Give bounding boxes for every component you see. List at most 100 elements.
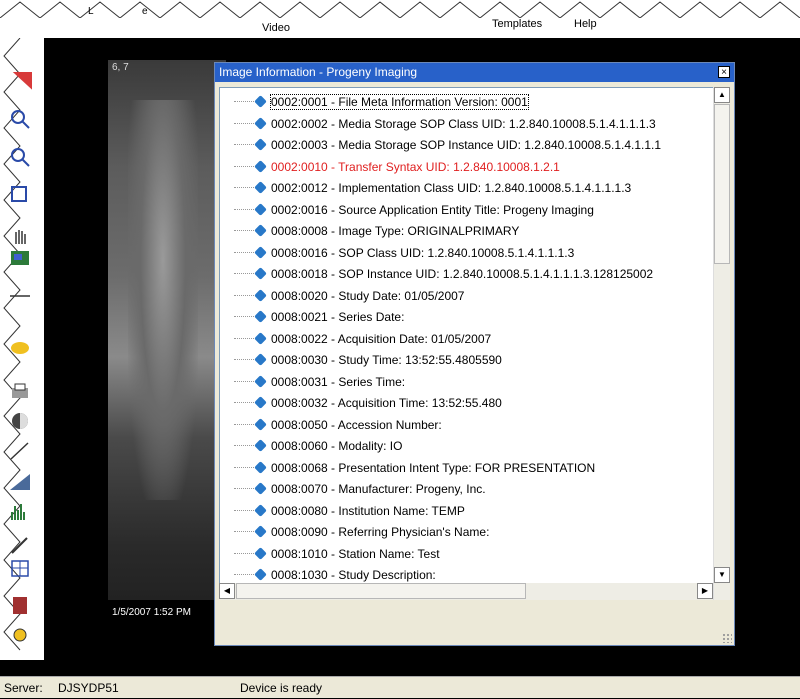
- dicom-tag-icon: [254, 245, 267, 259]
- tree-item-label: 0008:0032 - Acquisition Time: 13:52:55.4…: [271, 395, 502, 410]
- dicom-tag-icon: [254, 224, 267, 238]
- horizontal-scrollbar[interactable]: ◀ ▶: [219, 583, 713, 600]
- tree-item[interactable]: 0002:0003 - Media Storage SOP Instance U…: [234, 133, 661, 155]
- tree-item[interactable]: 0008:0080 - Institution Name: TEMP: [234, 499, 465, 521]
- tree-connector: [234, 230, 254, 232]
- tree-item[interactable]: 0008:0060 - Modality: IO: [234, 434, 402, 456]
- tree-item-label: 0008:0030 - Study Time: 13:52:55.4805590: [271, 352, 502, 367]
- tree-item-label: 0008:0031 - Series Time:: [271, 374, 406, 389]
- pen-icon[interactable]: [8, 534, 32, 556]
- tree-connector: [234, 337, 254, 339]
- dicom-tag-icon: [254, 181, 267, 195]
- contrast-icon[interactable]: [8, 410, 32, 432]
- dicom-tag-icon: [254, 159, 267, 173]
- triangle-icon[interactable]: [8, 470, 32, 492]
- menu-item-templates[interactable]: Templates: [492, 18, 542, 30]
- tree-connector: [234, 122, 254, 124]
- arrow-icon[interactable]: [8, 440, 32, 462]
- tree-item[interactable]: 0008:1010 - Station Name: Test: [234, 542, 440, 564]
- tree-item[interactable]: 0002:0002 - Media Storage SOP Class UID:…: [234, 112, 656, 134]
- tree-item[interactable]: 0008:0031 - Series Time:: [234, 370, 405, 392]
- hand-pan-icon[interactable]: [8, 226, 32, 248]
- dicom-tag-icon: [254, 138, 267, 152]
- scroll-left-arrow-icon[interactable]: ◀: [219, 583, 235, 599]
- tree-item-label: 0002:0002 - Media Storage SOP Class UID:…: [271, 116, 656, 131]
- horizontal-scroll-thumb[interactable]: [236, 583, 526, 599]
- scroll-up-arrow-icon[interactable]: ▲: [714, 87, 730, 103]
- tree-connector: [234, 316, 254, 318]
- dicom-tag-icon: [254, 202, 267, 216]
- tree-connector: [234, 423, 254, 425]
- tree-item[interactable]: 0002:0001 - File Meta Information Versio…: [234, 90, 529, 112]
- tree-item[interactable]: 0008:0021 - Series Date:: [234, 305, 404, 327]
- image-viewer[interactable]: 6, 7 1/5/2007 1:52 PM: [108, 60, 226, 626]
- zoom-in-icon[interactable]: [8, 108, 32, 130]
- tree-item[interactable]: 0008:0030 - Study Time: 13:52:55.4805590: [234, 348, 502, 370]
- tree-item-label: 0002:0016 - Source Application Entity Ti…: [271, 202, 594, 217]
- tree-item[interactable]: 0008:0050 - Accession Number:: [234, 413, 442, 435]
- tree-item[interactable]: 0008:0022 - Acquisition Date: 01/05/2007: [234, 327, 491, 349]
- menu-item-help[interactable]: Help: [574, 18, 597, 30]
- scroll-right-arrow-icon[interactable]: ▶: [697, 583, 713, 599]
- tree-connector: [234, 165, 254, 167]
- tree-item-label: 0008:0018 - SOP Instance UID: 1.2.840.10…: [271, 266, 654, 281]
- menu-item-l[interactable]: L: [88, 6, 94, 17]
- tree-item[interactable]: 0002:0010 - Transfer Syntax UID: 1.2.840…: [234, 155, 560, 177]
- tree-connector: [234, 531, 254, 533]
- settings-icon[interactable]: [8, 624, 32, 646]
- dicom-tag-tree[interactable]: 0002:0001 - File Meta Information Versio…: [219, 87, 713, 600]
- annotation-icon[interactable]: [8, 338, 32, 360]
- dialog-title: Image Information - Progeny Imaging: [219, 65, 418, 79]
- menu-item-e[interactable]: e: [142, 6, 148, 17]
- tree-item[interactable]: 0008:0020 - Study Date: 01/05/2007: [234, 284, 464, 306]
- dicom-tag-icon: [254, 525, 267, 539]
- tree-item[interactable]: 0008:0068 - Presentation Intent Type: FO…: [234, 456, 595, 478]
- book-icon[interactable]: [8, 594, 32, 616]
- histogram-icon[interactable]: [8, 500, 32, 522]
- dicom-tag-icon: [254, 331, 267, 345]
- image-icon[interactable]: [8, 248, 32, 270]
- zoom-fit-icon[interactable]: [8, 184, 32, 206]
- tree-item-label: 0008:0008 - Image Type: ORIGINALPRIMARY: [271, 223, 520, 238]
- vertical-scrollbar[interactable]: ▲ ▼: [713, 87, 730, 600]
- dicom-tag-icon: [254, 439, 267, 453]
- tree-item[interactable]: 0008:0070 - Manufacturer: Progeny, Inc.: [234, 477, 486, 499]
- tree-item-label: 0002:0003 - Media Storage SOP Instance U…: [271, 137, 662, 152]
- scroll-down-arrow-icon[interactable]: ▼: [714, 567, 730, 583]
- tree-item[interactable]: 0008:0016 - SOP Class UID: 1.2.840.10008…: [234, 241, 574, 263]
- tree-connector: [234, 380, 254, 382]
- tree-item-label: 0008:0016 - SOP Class UID: 1.2.840.10008…: [271, 245, 575, 260]
- resize-grip-icon[interactable]: [722, 633, 732, 643]
- tree-item[interactable]: 0008:1030 - Study Description:: [234, 563, 436, 585]
- close-icon[interactable]: ×: [718, 66, 730, 78]
- tree-item-label: 0008:0021 - Series Date:: [271, 309, 405, 324]
- device-status: Device is ready: [240, 681, 323, 695]
- tree-item[interactable]: 0008:0032 - Acquisition Time: 13:52:55.4…: [234, 391, 502, 413]
- dicom-tag-icon: [254, 95, 267, 109]
- zoom-out-icon[interactable]: [8, 146, 32, 168]
- grid-icon[interactable]: [8, 558, 32, 580]
- tree-item-label: 0008:1030 - Study Description:: [271, 567, 436, 582]
- tree-item-label: 0002:0010 - Transfer Syntax UID: 1.2.840…: [271, 159, 560, 174]
- dicom-tag-icon: [254, 503, 267, 517]
- dicom-tag-icon: [254, 482, 267, 496]
- tree-item-label: 0008:0060 - Modality: IO: [271, 438, 403, 453]
- tree-item[interactable]: 0002:0016 - Source Application Entity Ti…: [234, 198, 594, 220]
- tree-item[interactable]: 0002:0012 - Implementation Class UID: 1.…: [234, 176, 631, 198]
- dialog-title-bar[interactable]: Image Information - Progeny Imaging ×: [215, 63, 734, 82]
- menu-item-video[interactable]: Video: [262, 22, 290, 34]
- tree-item[interactable]: 0008:0008 - Image Type: ORIGINALPRIMARY: [234, 219, 519, 241]
- tree-item-label: 0008:1010 - Station Name: Test: [271, 546, 440, 561]
- ruler-icon[interactable]: [8, 282, 32, 304]
- tree-item[interactable]: 0008:0090 - Referring Physician's Name:: [234, 520, 489, 542]
- tree-item[interactable]: 0008:0018 - SOP Instance UID: 1.2.840.10…: [234, 262, 653, 284]
- status-bar: Server: DJSYDP51 Device is ready: [0, 676, 800, 698]
- dicom-tag-icon: [254, 396, 267, 410]
- tree-connector: [234, 187, 254, 189]
- tree-connector: [234, 402, 254, 404]
- vertical-scroll-thumb[interactable]: [714, 104, 730, 264]
- left-toolbar: [0, 38, 44, 660]
- dicom-tag-icon: [254, 288, 267, 302]
- tree-item-label: 0002:0012 - Implementation Class UID: 1.…: [271, 180, 632, 195]
- print-icon[interactable]: [8, 382, 32, 404]
